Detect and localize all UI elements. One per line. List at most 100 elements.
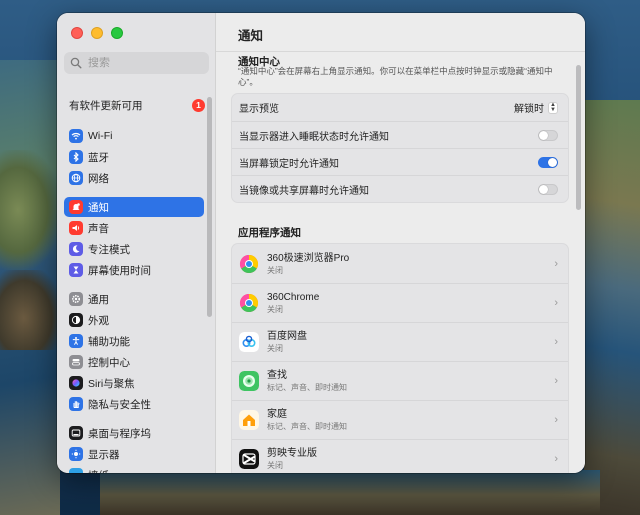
display-icon [69,447,83,461]
sidebar-item-label: 屏幕使用时间 [88,263,151,278]
appearance-icon [69,313,83,327]
settings-row-label: 当镜像或共享屏幕时允许通知 [239,182,369,197]
app-text: 剪映专业版关闭 [267,447,554,471]
settings-row-label: 当屏幕锁定时允许通知 [239,155,339,170]
app-name: 查找 [267,369,554,382]
sidebar-item[interactable]: 通知 [64,197,204,217]
app-notification-status: 关闭 [267,304,554,315]
app-notification-row[interactable]: 家庭标记、声音、即时通知› [232,400,568,439]
sidebar-item[interactable]: 外观 [64,310,204,330]
software-update-label: 有软件更新可用 [69,98,143,113]
desktop-wallpaper-left [0,60,60,515]
app-notifications-list: 360极速浏览器Pro关闭›360Chrome关闭›百度网盘关闭›查找标记、声音… [231,243,569,473]
chevron-right-icon: › [554,258,558,270]
notification-center-description: “通知中心”会在屏幕右上角显示通知。你可以在菜单栏中点按时钟显示或隐藏“通知中心… [238,66,558,88]
app-notification-status: 标记、声音、即时通知 [267,382,554,393]
control-center-icon [69,355,83,369]
update-count-badge: 1 [192,99,205,112]
app-notification-row[interactable]: 360极速浏览器Pro关闭› [232,244,568,283]
desktop-wallpaper-right [584,100,640,515]
sidebar-item[interactable]: 控制中心 [64,352,204,372]
find-my-icon [239,371,259,391]
sidebar-item-label: 网络 [88,171,109,186]
search-field[interactable] [64,52,209,74]
toggle-switch[interactable] [538,157,558,168]
hourglass-icon [69,263,83,277]
settings-row: 当显示器进入睡眠状态时允许通知 [232,121,568,148]
minimize-button[interactable] [91,27,103,39]
sidebar-item-label: 隐私与安全性 [88,397,151,412]
app-notification-row[interactable]: 查找标记、声音、即时通知› [232,361,568,400]
sidebar-item-label: 桌面与程序坞 [88,426,151,441]
sidebar-item-label: 控制中心 [88,355,130,370]
sidebar-item-label: 显示器 [88,447,120,462]
bluetooth-icon [69,150,83,164]
sidebar-item-label: 外观 [88,313,109,328]
window-controls [71,27,123,39]
software-update-item[interactable]: 有软件更新可用 1 [69,95,205,115]
moon-icon [69,242,83,256]
app-notifications-title: 应用程序通知 [238,225,301,240]
sidebar-item[interactable]: 显示器 [64,444,204,464]
show-preview-value: 解锁时 [514,100,544,115]
sidebar-item[interactable]: 墙纸 [64,465,204,473]
sidebar-item[interactable]: 通用 [64,289,204,309]
sidebar-item[interactable]: 隐私与安全性 [64,394,204,414]
sidebar-scrollbar[interactable] [207,97,212,317]
toggle-switch[interactable] [538,130,558,141]
sidebar-item[interactable]: 桌面与程序坞 [64,423,204,443]
accessibility-icon [69,334,83,348]
app-notification-status: 关闭 [267,460,554,471]
sidebar-item[interactable]: 声音 [64,218,204,238]
app-name: 360Chrome [267,291,554,304]
notification-settings-group: 显示预览 解锁时▲▼ 当显示器进入睡眠状态时允许通知当屏幕锁定时允许通知当镜像或共享… [231,93,569,203]
app-notification-row[interactable]: 剪映专业版关闭› [232,439,568,473]
sidebar-item-label: Wi-Fi [88,130,113,142]
sidebar-item[interactable]: 屏幕使用时间 [64,260,204,280]
chrome-360-icon [239,293,259,313]
sidebar-item[interactable]: 专注模式 [64,239,204,259]
siri-icon [69,376,83,390]
toggle-switch[interactable] [538,184,558,195]
sidebar-item-label: 辅助功能 [88,334,130,349]
app-notification-status: 关闭 [267,343,554,354]
bell-icon [69,200,83,214]
dock-icon [69,426,83,440]
sidebar-item-label: 蓝牙 [88,150,109,165]
wifi-icon [69,129,83,143]
settings-row-label: 当显示器进入睡眠状态时允许通知 [239,128,389,143]
sidebar-item-label: 通用 [88,292,109,307]
chevron-right-icon: › [554,336,558,348]
gear-icon [69,292,83,306]
sidebar-item[interactable]: 蓝牙 [64,147,204,167]
search-input[interactable] [88,57,198,69]
hand-icon [69,397,83,411]
app-name: 百度网盘 [267,330,554,343]
capcut-icon [239,449,259,469]
sidebar-item[interactable]: Wi-Fi [64,126,204,146]
wallpaper-icon [69,468,83,473]
sidebar-item[interactable]: Siri与聚焦 [64,373,204,393]
main-scrollbar[interactable] [576,65,581,210]
app-text: 家庭标记、声音、即时通知 [267,408,554,432]
app-notification-row[interactable]: 百度网盘关闭› [232,322,568,361]
chrome-360-icon [239,254,259,274]
sidebar-item-label: Siri与聚焦 [88,376,135,391]
app-notification-row[interactable]: 360Chrome关闭› [232,283,568,322]
zoom-button[interactable] [111,27,123,39]
show-preview-select[interactable]: 解锁时▲▼ [514,100,558,115]
sidebar: 有软件更新可用 1 Wi-Fi 蓝牙网络通知声音专注模式屏幕使用时间通用外观辅助功… [57,13,216,473]
chevron-right-icon: › [554,453,558,465]
sidebar-item[interactable]: 辅助功能 [64,331,204,351]
home-icon [239,410,259,430]
settings-row-label: 显示预览 [239,100,279,115]
chevron-right-icon: › [554,414,558,426]
settings-row: 当屏幕锁定时允许通知 [232,148,568,175]
sidebar-item-label: 通知 [88,200,109,215]
app-name: 剪映专业版 [267,447,554,460]
sidebar-item-label: 声音 [88,221,109,236]
app-notification-status: 标记、声音、即时通知 [267,421,554,432]
close-button[interactable] [71,27,83,39]
sidebar-item[interactable]: 网络 [64,168,204,188]
main-pane: 通知 通知中心 “通知中心”会在屏幕右上角显示通知。你可以在菜单栏中点按时钟显示… [216,13,585,473]
